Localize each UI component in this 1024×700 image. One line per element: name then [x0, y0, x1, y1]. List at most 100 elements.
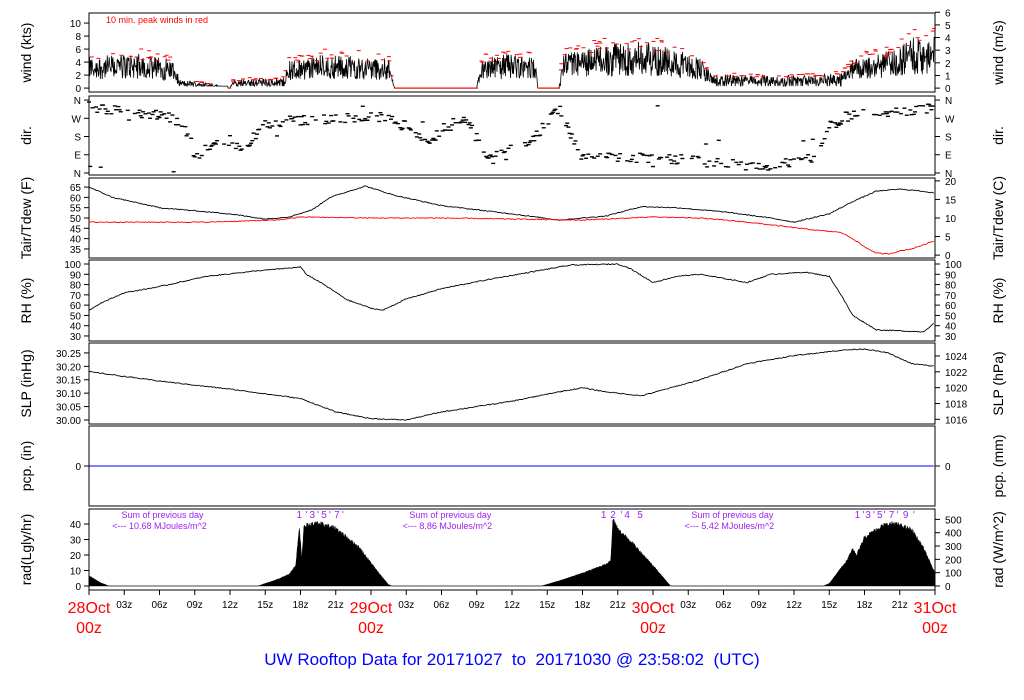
dir-right-tick-label: E — [945, 151, 952, 162]
rad-right-tick-label: 0 — [945, 582, 951, 593]
slp-right-tick-label: 1016 — [945, 415, 968, 426]
dir-left-tick-label: S — [74, 133, 81, 144]
x-tick-label: 06z — [715, 600, 731, 611]
x-tick-label: 03z — [398, 600, 414, 611]
panel-pcp: pcp. (in) pcp. (mm) 0 0 — [18, 425, 1006, 507]
rh-right-tick-label: 70 — [945, 291, 957, 302]
wind-right-tick-label: 6 — [945, 8, 951, 19]
rh-rh-line — [88, 263, 934, 333]
rad-ylabel-left: rad(Lgly/hr) — [18, 514, 34, 586]
x-day-label: 30Oct — [632, 600, 675, 617]
daily-sum-value: <--- 10.68 MJoules/m^2 — [112, 521, 207, 531]
slp-left-tick-label: 30.15 — [56, 376, 81, 387]
dir-ylabel-right: dir. — [990, 126, 1006, 145]
rad-right-tick-label: 400 — [945, 529, 962, 540]
sun-hour-label: 3 — [309, 510, 315, 521]
x-tick-label: 06z — [433, 600, 449, 611]
temp-left-tick-label: 45 — [70, 224, 82, 235]
sun-hour-label: 3 — [865, 510, 871, 521]
rad-left-tick-label: 40 — [70, 520, 82, 531]
temp-right-tick-label: 5 — [945, 233, 951, 244]
dir-right-tick-label: N — [945, 96, 952, 107]
temp-right-tick-label: 20 — [945, 177, 957, 188]
x-day-label: 28Oct — [68, 600, 111, 617]
slp-frame — [88, 342, 936, 425]
sun-hour-label: 5 — [321, 510, 327, 521]
rad-right-tick-label: 100 — [945, 569, 962, 580]
x-tick-label: 12z — [786, 600, 802, 611]
wind-ylabel-left: wind (kts) — [18, 23, 34, 84]
temp-left-tick-label: 55 — [70, 204, 82, 215]
slp-right-tick-label: 1020 — [945, 384, 968, 395]
rh-frame — [88, 259, 936, 342]
sun-hour-label: ' — [862, 510, 864, 521]
pcp-ylabel-left: pcp. (in) — [18, 441, 34, 492]
rh-right-tick-label: 60 — [945, 301, 957, 312]
sun-hour-label: ' — [329, 510, 331, 521]
slp-right-tick-label: 1024 — [945, 352, 968, 363]
wind-right-tick-label: 5 — [945, 21, 951, 32]
rh-left-tick-label: 90 — [70, 270, 82, 281]
rad-ylabel-right: rad (W/m^2) — [990, 511, 1006, 588]
rh-left-tick-label: 50 — [70, 311, 82, 322]
rh-right-tick-label: 40 — [945, 322, 957, 333]
rh-ylabel-right: RH (%) — [990, 278, 1006, 324]
x-tick-label: 03z — [680, 600, 696, 611]
sun-hour-label: ' — [913, 510, 915, 521]
wind-right-tick-label: 0 — [945, 84, 951, 95]
peak-winds-annotation: 10 min. peak winds in red — [106, 15, 208, 25]
wind-left-tick-label: 0 — [75, 84, 81, 95]
x-day-time: 00z — [922, 620, 948, 637]
rh-left-tick-label: 40 — [70, 322, 82, 333]
pcp-ylabel-right: pcp. (mm) — [990, 435, 1006, 498]
wind-speed-line — [88, 36, 935, 89]
x-day-label: 31Oct — [914, 600, 957, 617]
temp-frame — [88, 177, 936, 259]
rad-left-tick-label: 10 — [70, 566, 82, 577]
wind-right-tick-label: 3 — [945, 46, 951, 57]
sun-hour-label: ' — [873, 510, 875, 521]
slp-right-tick-label: 1022 — [945, 368, 968, 379]
panel-wind: wind (kts) wind (m/s)0246810012345610 min… — [18, 8, 1006, 95]
solar-radiation-area — [88, 518, 936, 587]
temp-tair-line — [88, 185, 935, 224]
wind-right-tick-label: 4 — [945, 34, 951, 45]
x-tick-label: 12z — [222, 600, 238, 611]
rad-left-tick-label: 20 — [70, 551, 82, 562]
x-tick-label: 15z — [821, 600, 837, 611]
sun-hour-label: 7 — [889, 510, 895, 521]
rh-left-tick-label: 30 — [70, 332, 82, 343]
sun-hour-label: ' — [884, 510, 886, 521]
x-day-time: 00z — [358, 620, 384, 637]
wind-left-tick-label: 2 — [75, 71, 81, 82]
temp-left-tick-label: 65 — [70, 183, 82, 194]
rad-left-tick-label: 30 — [70, 536, 82, 547]
x-tick-label: 12z — [504, 600, 520, 611]
rad-right-tick-label: 300 — [945, 542, 962, 553]
temp-tdew-line — [88, 216, 934, 255]
wind-right-tick-label: 1 — [945, 71, 951, 82]
x-tick-label: 09z — [469, 600, 485, 611]
temp-ylabel-right: Tair/Tdew (C) — [990, 176, 1006, 260]
daily-sum-label: Sum of previous day — [409, 510, 492, 520]
rh-right-tick-label: 100 — [945, 260, 962, 271]
chart-title: UW Rooftop Data for 20171027 to 20171030… — [264, 650, 760, 669]
rh-left-tick-label: 100 — [64, 260, 81, 271]
sun-hour-label: 4 — [624, 510, 630, 521]
slp-ylabel-right: SLP (hPa) — [990, 351, 1006, 415]
dir-left-tick-label: N — [74, 96, 81, 107]
wind-left-tick-label: 4 — [75, 58, 81, 69]
dir-left-tick-label: W — [72, 114, 82, 125]
temp-ylabel-left: Tair/Tdew (F) — [18, 177, 34, 259]
x-tick-label: 03z — [116, 600, 132, 611]
temp-right-tick-label: 10 — [945, 214, 957, 225]
rh-right-tick-label: 50 — [945, 311, 957, 322]
x-day-label: 29Oct — [350, 600, 393, 617]
rh-right-tick-label: 80 — [945, 281, 957, 292]
rh-right-tick-label: 30 — [945, 332, 957, 343]
rh-ylabel-left: RH (%) — [18, 278, 34, 324]
sun-hour-label: 5 — [637, 510, 643, 521]
rh-left-tick-label: 70 — [70, 291, 82, 302]
panel-rad: rad(Lgly/hr) rad (W/m^2)01020304001002003… — [18, 508, 1006, 593]
temp-left-tick-label: 35 — [70, 245, 82, 256]
